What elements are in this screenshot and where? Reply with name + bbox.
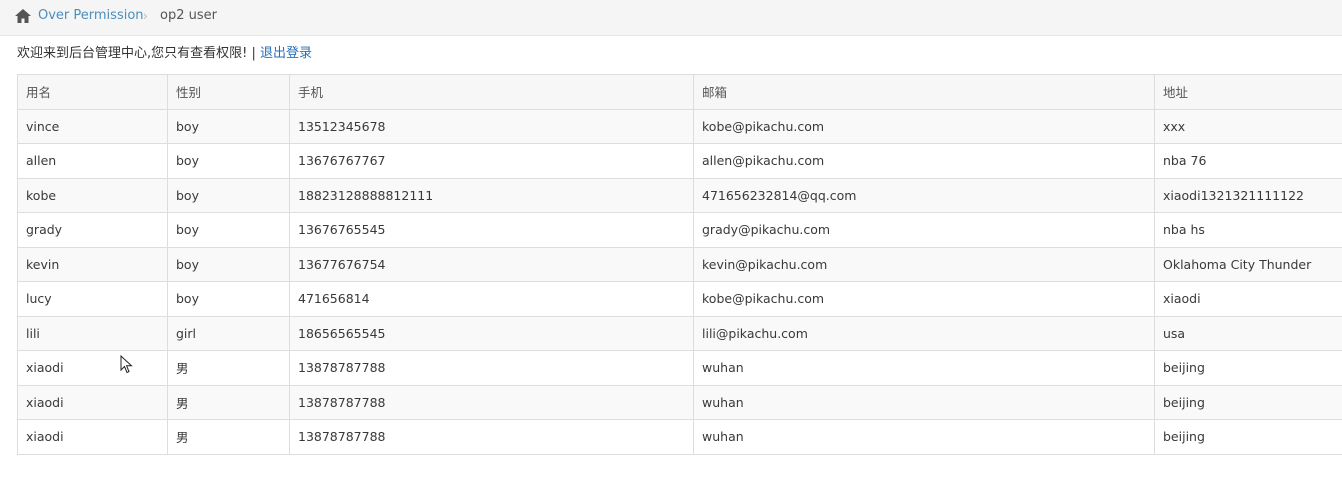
cell-gender: boy <box>167 246 290 282</box>
cell-username: xiaodi <box>17 350 168 386</box>
table-row: lili girl 18656565545 lili@pikachu.com usa <box>17 315 1342 351</box>
table-row: xiaodi 男 13878787788 wuhan beijing <box>17 350 1342 386</box>
cell-phone: 13676767767 <box>289 143 694 179</box>
cell-email: wuhan <box>693 419 1155 455</box>
user-table: 用名 性别 手机 邮箱 地址 vince boy 13512345678 kobe@pikac… <box>17 74 1342 455</box>
cell-email: wuhan <box>693 384 1155 420</box>
cell-username: vince <box>17 108 168 144</box>
cell-phone: 13676765545 <box>289 212 694 248</box>
cell-gender: boy <box>167 212 290 248</box>
cell-username: lili <box>17 315 168 351</box>
cell-gender: boy <box>167 143 290 179</box>
cell-email: kobe@pikachu.com <box>693 281 1155 317</box>
header-phone: 手机 <box>289 74 694 110</box>
cell-address: nba 76 <box>1154 143 1342 179</box>
cell-email: grady@pikachu.com <box>693 212 1155 248</box>
cell-gender: boy <box>167 281 290 317</box>
mouse-cursor-icon <box>120 355 133 374</box>
table-row: kobe boy 18823128888812111 471656232814@qq.… <box>17 177 1342 213</box>
cell-username: allen <box>17 143 168 179</box>
cell-username: xiaodi <box>17 384 168 420</box>
table-row: allen boy 13676767767 allen@pikachu.com nba … <box>17 143 1342 179</box>
table-row: xiaodi 男 13878787788 wuhan beijing <box>17 419 1342 455</box>
table-row: lucy boy 471656814 kobe@pikachu.com xiaodi <box>17 281 1342 317</box>
cell-address: xiaodi <box>1154 281 1342 317</box>
cell-phone: 18823128888812111 <box>289 177 694 213</box>
cell-address: xxx <box>1154 108 1342 144</box>
breadcrumb: Over Permission › op2 user <box>0 0 1342 36</box>
breadcrumb-link-over-permission[interactable]: Over Permission <box>38 8 144 24</box>
cell-username: kobe <box>17 177 168 213</box>
cell-address: xiaodi1321321111122 <box>1154 177 1342 213</box>
cell-username: lucy <box>17 281 168 317</box>
cell-gender: boy <box>167 108 290 144</box>
table-row: grady boy 13676765545 grady@pikachu.com nba … <box>17 212 1342 248</box>
header-gender: 性别 <box>167 74 290 110</box>
cell-address: beijing <box>1154 384 1342 420</box>
cell-phone: 13512345678 <box>289 108 694 144</box>
table-header-row: 用名 性别 手机 邮箱 地址 <box>17 74 1342 110</box>
cell-gender: girl <box>167 315 290 351</box>
home-icon[interactable] <box>14 8 32 24</box>
table-row: vince boy 13512345678 kobe@pikachu.com xxx <box>17 108 1342 144</box>
cell-phone: 18656565545 <box>289 315 694 351</box>
breadcrumb-separator-icon: › <box>143 9 148 23</box>
cell-username: grady <box>17 212 168 248</box>
cell-phone: 13677676754 <box>289 246 694 282</box>
cell-email: kobe@pikachu.com <box>693 108 1155 144</box>
cell-gender: 男 <box>167 350 290 386</box>
header-address: 地址 <box>1154 74 1342 110</box>
cell-phone: 13878787788 <box>289 384 694 420</box>
cell-email: lili@pikachu.com <box>693 315 1155 351</box>
cell-phone: 13878787788 <box>289 350 694 386</box>
cell-address: nba hs <box>1154 212 1342 248</box>
cell-email: kevin@pikachu.com <box>693 246 1155 282</box>
cell-email: 471656232814@qq.com <box>693 177 1155 213</box>
cell-username: xiaodi <box>17 419 168 455</box>
cell-gender: 男 <box>167 419 290 455</box>
cell-phone: 13878787788 <box>289 419 694 455</box>
table-row: kevin boy 13677676754 kevin@pikachu.com Okla… <box>17 246 1342 282</box>
welcome-message: 欢迎来到后台管理中心,您只有查看权限! | 退出登录 <box>17 45 312 63</box>
cell-email: wuhan <box>693 350 1155 386</box>
cell-address: beijing <box>1154 419 1342 455</box>
cell-username: kevin <box>17 246 168 282</box>
cell-address: Oklahoma City Thunder <box>1154 246 1342 282</box>
header-username: 用名 <box>17 74 168 110</box>
logout-link[interactable]: 退出登录 <box>260 46 312 61</box>
cell-address: usa <box>1154 315 1342 351</box>
breadcrumb-current: op2 user <box>160 8 217 23</box>
welcome-text: 欢迎来到后台管理中心,您只有查看权限! | <box>17 46 260 61</box>
cell-gender: 男 <box>167 384 290 420</box>
cell-phone: 471656814 <box>289 281 694 317</box>
table-row: xiaodi 男 13878787788 wuhan beijing <box>17 384 1342 420</box>
cell-address: beijing <box>1154 350 1342 386</box>
cell-gender: boy <box>167 177 290 213</box>
table-body: vince boy 13512345678 kobe@pikachu.com xxx al… <box>17 108 1342 455</box>
header-email: 邮箱 <box>693 74 1155 110</box>
cell-email: allen@pikachu.com <box>693 143 1155 179</box>
